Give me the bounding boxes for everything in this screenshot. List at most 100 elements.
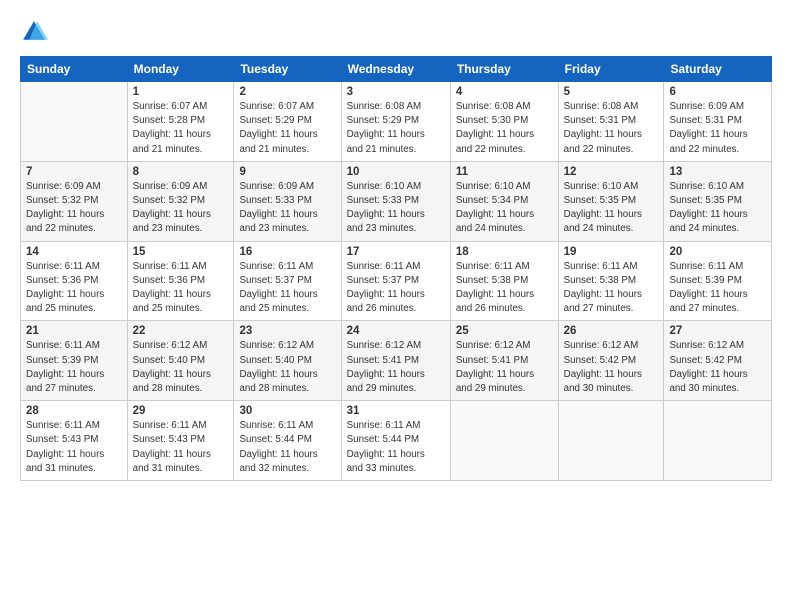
calendar-cell: 2 Sunrise: 6:07 AM Sunset: 5:29 PM Daylig…: [234, 82, 341, 162]
day-header-wednesday: Wednesday: [341, 57, 450, 82]
day-info: Sunrise: 6:09 AM Sunset: 5:32 PM Dayligh…: [26, 180, 122, 237]
day-info: Sunrise: 6:11 AM Sunset: 5:44 PM Dayligh…: [239, 419, 335, 476]
calendar-cell: 29 Sunrise: 6:11 AM Sunset: 5:43 PM Dayli…: [127, 401, 234, 481]
day-number: 15: [133, 246, 229, 258]
day-info: Sunrise: 6:10 AM Sunset: 5:35 PM Dayligh…: [564, 180, 659, 237]
day-number: 16: [239, 246, 335, 258]
calendar-cell: 1Sunrise: 6:07 AM Sunset: 5:28 PM Daylig…: [127, 82, 234, 162]
calendar-cell: 30 Sunrise: 6:11 AM Sunset: 5:44 PM Dayli…: [234, 401, 341, 481]
calendar-header-row: SundayMondayTuesdayWednesdayThursdayFrid…: [21, 57, 772, 82]
day-info: Sunrise: 6:12 AM Sunset: 5:41 PM Dayligh…: [456, 339, 553, 396]
calendar-cell: 6Sunrise: 6:09 AM Sunset: 5:31 PM Daylig…: [664, 82, 772, 162]
calendar-cell: 31 Sunrise: 6:11 AM Sunset: 5:44 PM Dayli…: [341, 401, 450, 481]
logo-icon: [20, 18, 48, 46]
day-number: 12: [564, 166, 659, 178]
day-info: Sunrise: 6:09 AM Sunset: 5:33 PM Dayligh…: [239, 180, 335, 237]
day-info: Sunrise: 6:07 AM Sunset: 5:29 PM Dayligh…: [239, 100, 335, 157]
day-info: Sunrise: 6:11 AM Sunset: 5:36 PM Dayligh…: [133, 260, 229, 317]
day-info: Sunrise: 6:11 AM Sunset: 5:43 PM Dayligh…: [26, 419, 122, 476]
calendar-cell: 3 Sunrise: 6:08 AM Sunset: 5:29 PM Daylig…: [341, 82, 450, 162]
day-number: 26: [564, 325, 659, 337]
calendar-cell: 18Sunrise: 6:11 AM Sunset: 5:38 PM Dayli…: [450, 241, 558, 321]
day-info: Sunrise: 6:12 AM Sunset: 5:42 PM Dayligh…: [564, 339, 659, 396]
day-number: 23: [239, 325, 335, 337]
calendar-cell: 22 Sunrise: 6:12 AM Sunset: 5:40 PM Dayli…: [127, 321, 234, 401]
calendar-week-row: 7 Sunrise: 6:09 AM Sunset: 5:32 PM Daylig…: [21, 161, 772, 241]
calendar-cell: 25 Sunrise: 6:12 AM Sunset: 5:41 PM Dayli…: [450, 321, 558, 401]
calendar-cell: 9 Sunrise: 6:09 AM Sunset: 5:33 PM Daylig…: [234, 161, 341, 241]
calendar-cell: 13 Sunrise: 6:10 AM Sunset: 5:35 PM Dayli…: [664, 161, 772, 241]
day-info: Sunrise: 6:11 AM Sunset: 5:39 PM Dayligh…: [669, 260, 766, 317]
calendar-cell: 20Sunrise: 6:11 AM Sunset: 5:39 PM Dayli…: [664, 241, 772, 321]
day-info: Sunrise: 6:11 AM Sunset: 5:43 PM Dayligh…: [133, 419, 229, 476]
day-info: Sunrise: 6:07 AM Sunset: 5:28 PM Dayligh…: [133, 100, 229, 157]
day-number: 31: [347, 405, 445, 417]
day-header-monday: Monday: [127, 57, 234, 82]
day-info: Sunrise: 6:08 AM Sunset: 5:29 PM Dayligh…: [347, 100, 445, 157]
calendar-cell: 12 Sunrise: 6:10 AM Sunset: 5:35 PM Dayli…: [558, 161, 664, 241]
day-number: 2: [239, 86, 335, 98]
day-number: 21: [26, 325, 122, 337]
calendar-week-row: 1Sunrise: 6:07 AM Sunset: 5:28 PM Daylig…: [21, 82, 772, 162]
day-info: Sunrise: 6:12 AM Sunset: 5:40 PM Dayligh…: [239, 339, 335, 396]
calendar-cell: 28 Sunrise: 6:11 AM Sunset: 5:43 PM Dayli…: [21, 401, 128, 481]
calendar-cell: 11 Sunrise: 6:10 AM Sunset: 5:34 PM Dayli…: [450, 161, 558, 241]
calendar-cell: 10 Sunrise: 6:10 AM Sunset: 5:33 PM Dayli…: [341, 161, 450, 241]
day-info: Sunrise: 6:09 AM Sunset: 5:31 PM Dayligh…: [669, 100, 766, 157]
calendar-cell: 26 Sunrise: 6:12 AM Sunset: 5:42 PM Dayli…: [558, 321, 664, 401]
day-header-thursday: Thursday: [450, 57, 558, 82]
header: [20, 18, 772, 46]
day-header-tuesday: Tuesday: [234, 57, 341, 82]
day-number: 24: [347, 325, 445, 337]
day-info: Sunrise: 6:12 AM Sunset: 5:42 PM Dayligh…: [669, 339, 766, 396]
calendar-cell: 15 Sunrise: 6:11 AM Sunset: 5:36 PM Dayli…: [127, 241, 234, 321]
day-number: 11: [456, 166, 553, 178]
day-number: 27: [669, 325, 766, 337]
day-info: Sunrise: 6:12 AM Sunset: 5:41 PM Dayligh…: [347, 339, 445, 396]
calendar-cell: 21Sunrise: 6:11 AM Sunset: 5:39 PM Dayli…: [21, 321, 128, 401]
day-info: Sunrise: 6:12 AM Sunset: 5:40 PM Dayligh…: [133, 339, 229, 396]
calendar-cell: 19 Sunrise: 6:11 AM Sunset: 5:38 PM Dayli…: [558, 241, 664, 321]
day-number: 5: [564, 86, 659, 98]
day-number: 29: [133, 405, 229, 417]
day-number: 28: [26, 405, 122, 417]
calendar-week-row: 21Sunrise: 6:11 AM Sunset: 5:39 PM Dayli…: [21, 321, 772, 401]
day-info: Sunrise: 6:09 AM Sunset: 5:32 PM Dayligh…: [133, 180, 229, 237]
day-info: Sunrise: 6:10 AM Sunset: 5:34 PM Dayligh…: [456, 180, 553, 237]
day-number: 9: [239, 166, 335, 178]
day-info: Sunrise: 6:11 AM Sunset: 5:37 PM Dayligh…: [347, 260, 445, 317]
day-info: Sunrise: 6:10 AM Sunset: 5:33 PM Dayligh…: [347, 180, 445, 237]
day-number: 3: [347, 86, 445, 98]
page: SundayMondayTuesdayWednesdayThursdayFrid…: [0, 0, 792, 612]
day-number: 7: [26, 166, 122, 178]
day-number: 13: [669, 166, 766, 178]
day-info: Sunrise: 6:11 AM Sunset: 5:44 PM Dayligh…: [347, 419, 445, 476]
calendar-cell: 14 Sunrise: 6:11 AM Sunset: 5:36 PM Dayli…: [21, 241, 128, 321]
day-info: Sunrise: 6:11 AM Sunset: 5:38 PM Dayligh…: [564, 260, 659, 317]
calendar-cell: [558, 401, 664, 481]
day-info: Sunrise: 6:08 AM Sunset: 5:31 PM Dayligh…: [564, 100, 659, 157]
day-header-friday: Friday: [558, 57, 664, 82]
day-info: Sunrise: 6:11 AM Sunset: 5:37 PM Dayligh…: [239, 260, 335, 317]
calendar-cell: [664, 401, 772, 481]
day-number: 14: [26, 246, 122, 258]
day-info: Sunrise: 6:08 AM Sunset: 5:30 PM Dayligh…: [456, 100, 553, 157]
calendar-cell: 27 Sunrise: 6:12 AM Sunset: 5:42 PM Dayli…: [664, 321, 772, 401]
calendar-week-row: 28 Sunrise: 6:11 AM Sunset: 5:43 PM Dayli…: [21, 401, 772, 481]
day-number: 22: [133, 325, 229, 337]
day-header-saturday: Saturday: [664, 57, 772, 82]
day-number: 10: [347, 166, 445, 178]
day-info: Sunrise: 6:11 AM Sunset: 5:36 PM Dayligh…: [26, 260, 122, 317]
day-number: 17: [347, 246, 445, 258]
calendar-cell: [450, 401, 558, 481]
calendar-cell: 8Sunrise: 6:09 AM Sunset: 5:32 PM Daylig…: [127, 161, 234, 241]
day-number: 25: [456, 325, 553, 337]
calendar-cell: 23 Sunrise: 6:12 AM Sunset: 5:40 PM Dayli…: [234, 321, 341, 401]
calendar-cell: 4Sunrise: 6:08 AM Sunset: 5:30 PM Daylig…: [450, 82, 558, 162]
day-number: 18: [456, 246, 553, 258]
calendar-cell: [21, 82, 128, 162]
calendar-cell: 5 Sunrise: 6:08 AM Sunset: 5:31 PM Daylig…: [558, 82, 664, 162]
day-number: 30: [239, 405, 335, 417]
day-number: 19: [564, 246, 659, 258]
day-info: Sunrise: 6:10 AM Sunset: 5:35 PM Dayligh…: [669, 180, 766, 237]
